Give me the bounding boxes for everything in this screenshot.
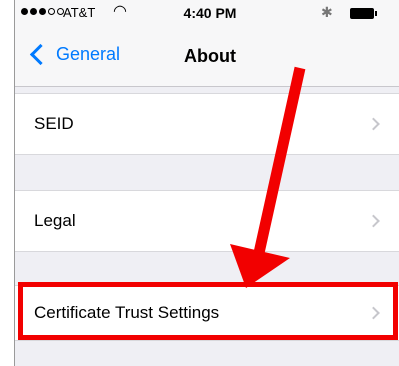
page-title: About <box>184 46 236 66</box>
back-button[interactable]: General <box>29 43 121 66</box>
chevron-left-icon <box>29 43 52 66</box>
chevron-right-icon <box>367 117 380 131</box>
clock: 4:40 PM <box>183 5 237 21</box>
top-bar: AT&T ◠ 4:40 PM ✱ General About <box>15 0 399 87</box>
list-item-label: Certificate Trust Settings <box>34 303 220 322</box>
chevron-right-icon <box>367 306 380 320</box>
signal-strength-icon <box>21 8 64 15</box>
list-item-certificate-trust-settings[interactable]: Certificate Trust Settings <box>15 285 399 341</box>
list-item-label: Legal <box>34 211 76 230</box>
wifi-icon: ◠ <box>113 3 127 20</box>
chevron-right-icon <box>367 214 380 228</box>
carrier-label: AT&T <box>63 5 96 20</box>
list-item-legal[interactable]: Legal <box>15 190 399 252</box>
status-bar: AT&T ◠ 4:40 PM ✱ <box>15 0 399 30</box>
screenshot-frame: AT&T ◠ 4:40 PM ✱ General About SEID Lega… <box>0 0 399 366</box>
navigation-bar: General About <box>15 38 399 82</box>
back-button-label: General <box>56 44 121 64</box>
battery-icon <box>350 8 377 19</box>
bluetooth-icon: ✱ <box>321 4 333 20</box>
list-item-label: SEID <box>34 114 74 133</box>
list-item-seid[interactable]: SEID <box>15 93 399 155</box>
phone-screen: AT&T ◠ 4:40 PM ✱ General About SEID Lega… <box>14 0 399 366</box>
